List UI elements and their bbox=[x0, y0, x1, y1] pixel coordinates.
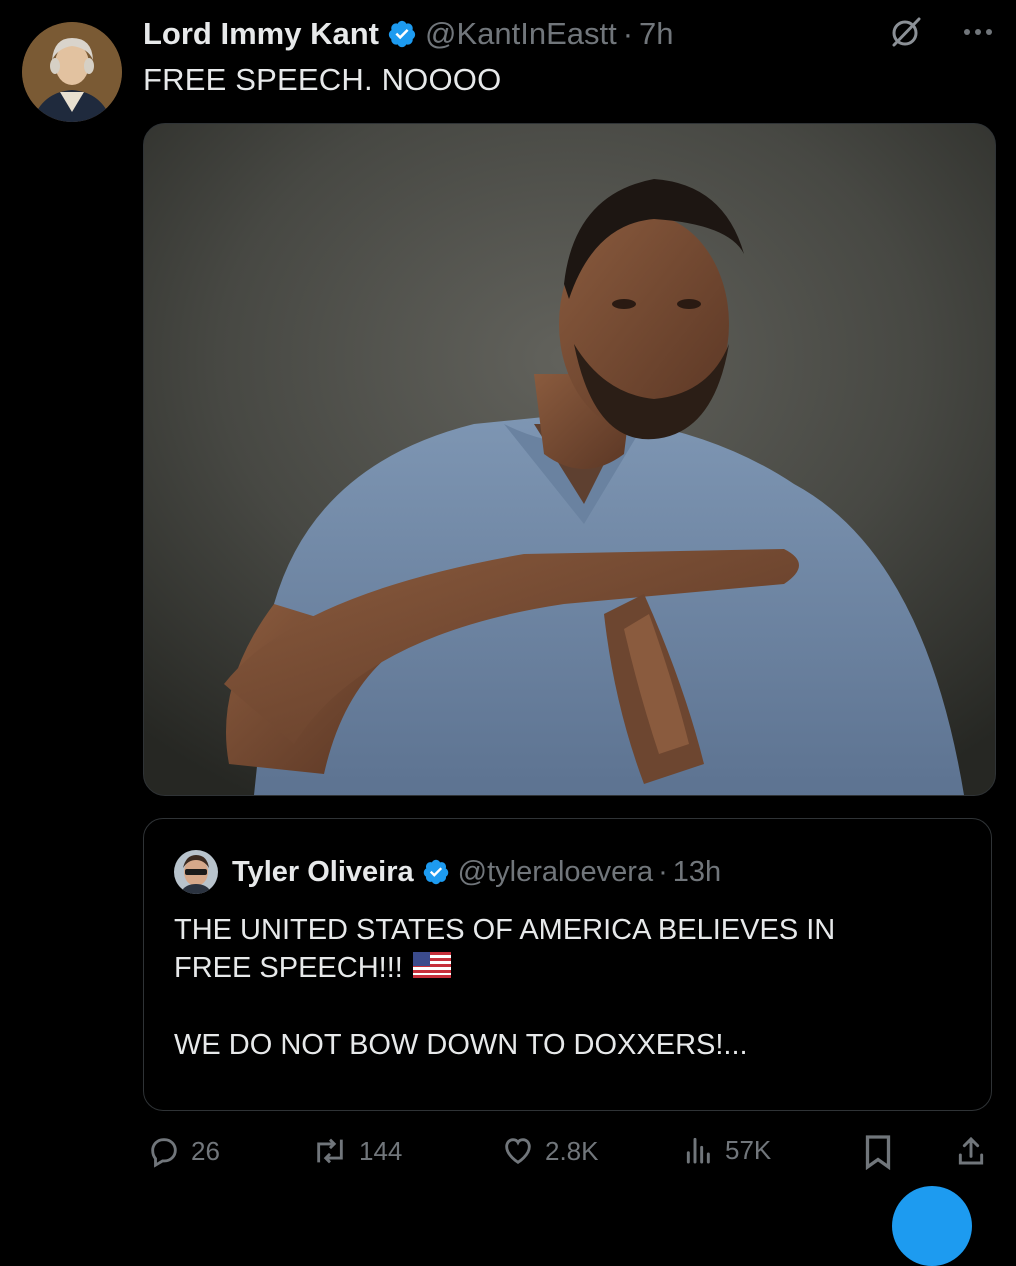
quoted-tweet[interactable]: Tyler Oliveira @tyleraloevera · 13h THE … bbox=[143, 818, 992, 1111]
bookmark-button[interactable] bbox=[863, 1134, 893, 1170]
share-button[interactable] bbox=[955, 1134, 987, 1168]
heart-icon bbox=[501, 1134, 535, 1168]
repost-icon bbox=[311, 1134, 349, 1168]
quoted-text-line-3: WE DO NOT BOW DOWN TO DOXXERS!... bbox=[174, 1029, 748, 1062]
action-bar: 26 144 2.8K 57K bbox=[143, 1130, 994, 1176]
quoted-tweet-header: Tyler Oliveira @tyleraloevera · 13h bbox=[174, 849, 721, 895]
quoted-text-line-2: FREE SPEECH!!! bbox=[174, 949, 964, 988]
quoted-tweet-text: THE UNITED STATES OF AMERICA BELIEVES IN… bbox=[174, 911, 964, 1064]
quoted-author-handle[interactable]: @tyleraloevera bbox=[458, 856, 653, 889]
verified-badge-icon bbox=[387, 19, 417, 49]
views-count: 57K bbox=[725, 1134, 772, 1165]
verified-badge-icon bbox=[422, 858, 450, 886]
quoted-text-line-1: THE UNITED STATES OF AMERICA BELIEVES IN bbox=[174, 914, 836, 946]
tweet-text: FREE SPEECH. NOOOO bbox=[143, 62, 502, 97]
compose-fab-button[interactable] bbox=[892, 1186, 972, 1266]
views-button[interactable]: 57K bbox=[683, 1134, 771, 1166]
separator-dot: · bbox=[622, 16, 634, 51]
reply-button[interactable]: 26 bbox=[147, 1134, 220, 1168]
quoted-text-line-2-text: FREE SPEECH!!! bbox=[174, 952, 403, 984]
repost-count: 144 bbox=[359, 1135, 403, 1166]
quoted-author-name[interactable]: Tyler Oliveira bbox=[232, 856, 414, 889]
grok-icon[interactable] bbox=[888, 14, 924, 50]
quoted-author-avatar[interactable] bbox=[174, 850, 218, 894]
like-count: 2.8K bbox=[545, 1135, 599, 1166]
tweet-header: Lord Immy Kant @KantInEastt · 7h bbox=[143, 14, 674, 54]
timestamp[interactable]: 7h bbox=[639, 16, 673, 52]
like-button[interactable]: 2.8K bbox=[501, 1134, 599, 1168]
us-flag-icon bbox=[412, 950, 451, 988]
quoted-timestamp[interactable]: 13h bbox=[673, 856, 721, 889]
reply-count: 26 bbox=[191, 1135, 220, 1166]
reply-icon bbox=[147, 1134, 181, 1168]
tweet-media-image[interactable] bbox=[143, 123, 996, 796]
views-icon bbox=[683, 1134, 715, 1166]
top-right-actions bbox=[888, 14, 994, 50]
author-handle[interactable]: @KantInEastt bbox=[425, 16, 617, 52]
share-icon bbox=[955, 1134, 987, 1168]
bookmark-icon bbox=[863, 1134, 893, 1170]
separator-dot: · bbox=[658, 855, 668, 888]
more-icon[interactable] bbox=[962, 27, 994, 37]
author-avatar[interactable] bbox=[22, 22, 122, 122]
author-name[interactable]: Lord Immy Kant bbox=[143, 16, 379, 52]
repost-button[interactable]: 144 bbox=[311, 1134, 402, 1168]
